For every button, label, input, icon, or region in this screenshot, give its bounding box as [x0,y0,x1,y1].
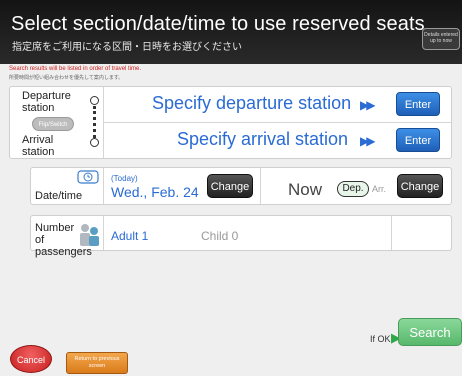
details-button[interactable]: Details entered up to now [422,28,460,50]
passengers-icon [80,224,99,246]
page-title: Select section/date/time to use reserved… [11,13,425,35]
date-panel: Date/time (Today) Wed., Feb. 24 Change N… [30,167,452,205]
departure-toggle[interactable]: Dep. [337,181,369,197]
return-button[interactable]: Return to previous screen [66,352,128,374]
departure-label: Departure station [22,90,71,114]
order-note: Search results will be listed in order o… [9,66,142,72]
passengers-panel: Number of passengers Adult 1 Child 0 [30,215,452,258]
change-date-button[interactable]: Change [207,174,253,198]
change-time-button[interactable]: Change [397,174,443,198]
arrival-marker-icon [90,138,99,147]
if-ok-label: If OK [370,334,391,344]
enter-departure-button[interactable]: Enter [396,92,440,116]
station-panel: Departure station Flip/Switch Arrival st… [9,86,452,159]
page-subtitle: 指定席をご利用になる区間・日時をお選びください [12,42,242,53]
date-divider [103,168,104,204]
route-line [93,106,96,138]
forward-arrows-icon: ▶▶ [360,134,376,148]
time-value: Now [288,180,323,199]
header-bar: Select section/date/time to use reserved… [0,0,462,64]
clock-icon [77,170,99,184]
date-time-divider [260,168,261,204]
order-note-ja: 所要時間が短い組み合わせを優先して案内します。 [9,75,124,81]
arrival-station-field[interactable]: Specify arrival station [177,129,348,150]
passengers-divider [103,216,104,250]
departure-station-field[interactable]: Specify departure station [152,93,351,114]
enter-arrival-button[interactable]: Enter [396,128,440,152]
station-divider-h [103,122,451,123]
forward-arrows-icon: ▶▶ [360,98,376,112]
arrival-toggle[interactable]: Arr. [372,184,386,194]
child-count[interactable]: Child 0 [201,230,238,242]
passengers-divider-right [391,216,392,250]
adult-count[interactable]: Adult 1 [111,230,148,242]
passengers-label: Number of passengers [35,222,92,258]
arrival-label: Arrival station [22,134,55,158]
swap-stations-button[interactable]: Flip/Switch [32,117,74,131]
date-time-label: Date/time [35,190,83,202]
search-button[interactable]: Search [398,318,462,346]
cancel-button[interactable]: Cancel [10,345,52,373]
departure-marker-icon [90,96,99,105]
date-value: Wed., Feb. 24 [111,184,199,200]
